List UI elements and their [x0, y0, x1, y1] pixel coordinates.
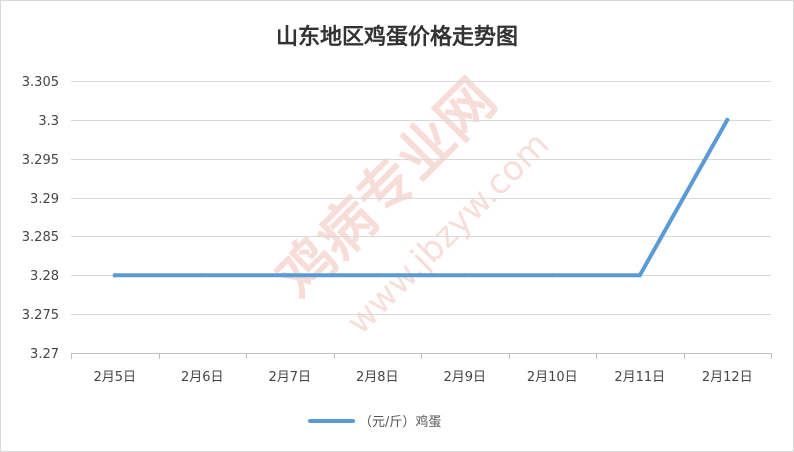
legend-label: （元/斤）鸡蛋: [359, 414, 441, 430]
y-tick-label: 3.3: [38, 114, 59, 129]
data-point: [550, 273, 555, 278]
chart-title: 山东地区鸡蛋价格走势图: [276, 24, 518, 50]
x-tick-label: 2月12日: [702, 370, 753, 385]
legend: （元/斤）鸡蛋: [308, 414, 441, 430]
y-tick-label: 3.305: [22, 75, 59, 90]
y-tick-label: 3.295: [22, 153, 59, 168]
x-tick-label: 2月6日: [181, 370, 224, 385]
watermark: 鸡病专业网 www.jbzyw.com: [265, 67, 557, 342]
data-point: [725, 117, 730, 122]
y-tick-label: 3.28: [30, 269, 59, 284]
x-tick-label: 2月9日: [443, 370, 486, 385]
line-chart: 鸡病专业网 www.jbzyw.com 山东地区鸡蛋价格走势图 3.273.27…: [22, 24, 772, 430]
x-tick-label: 2月8日: [356, 370, 399, 385]
legend-item: （元/斤）鸡蛋: [308, 414, 441, 430]
x-tick-label: 2月11日: [614, 370, 665, 385]
y-tick-label: 3.285: [22, 230, 59, 245]
data-point: [375, 273, 380, 278]
data-point: [287, 273, 292, 278]
y-tick-label: 3.275: [22, 308, 59, 323]
data-point: [462, 273, 467, 278]
y-tick-label: 3.27: [30, 347, 59, 362]
data-point: [200, 273, 205, 278]
x-tick-label: 2月10日: [527, 370, 578, 385]
x-axis: 2月5日 2月6日 2月7日 2月8日 2月9日 2月10日 2月11日 2月12日: [71, 353, 772, 385]
chart-frame: 鸡病专业网 www.jbzyw.com 山东地区鸡蛋价格走势图 3.27 3.27…: [0, 0, 794, 452]
y-axis-tick-labels: 3.27 3.275 3.28 3.285 3.29 3.295 3.3 3.305: [22, 75, 59, 362]
y-tick-label: 3.29: [30, 192, 59, 207]
x-tick-label: 2月5日: [93, 370, 136, 385]
data-point: [112, 273, 117, 278]
x-tick-label: 2月7日: [268, 370, 311, 385]
data-point: [637, 273, 642, 278]
